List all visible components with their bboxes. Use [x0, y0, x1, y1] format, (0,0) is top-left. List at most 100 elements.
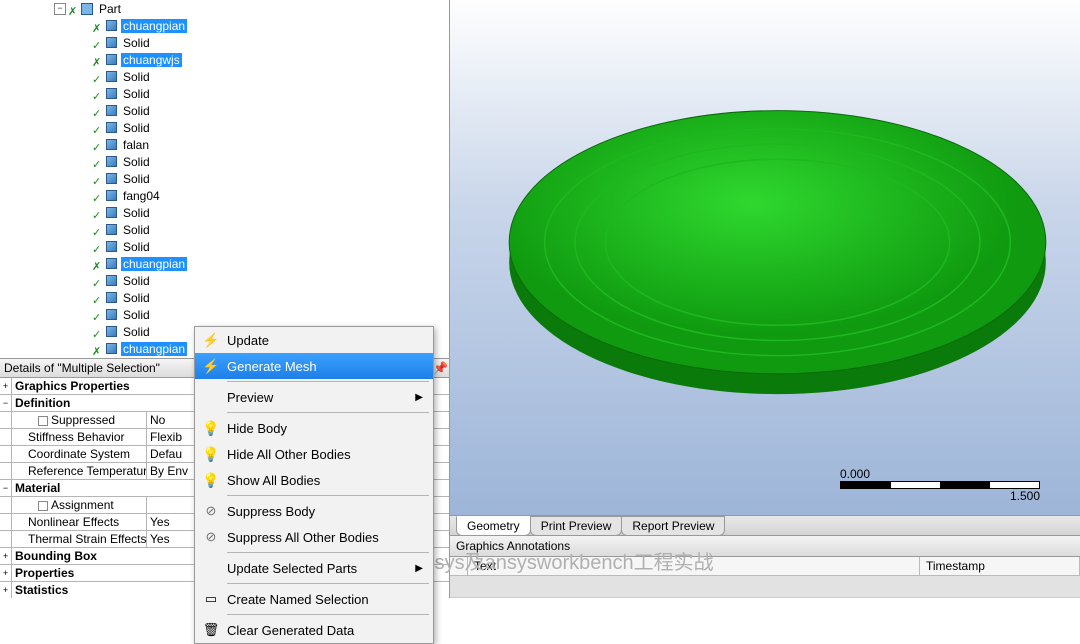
submenu-arrow-icon: ▶	[415, 392, 423, 403]
tree-label[interactable]: Solid	[121, 308, 152, 322]
tab-print-preview[interactable]: Print Preview	[530, 516, 623, 536]
3d-viewport[interactable]: 0.000 1.500	[450, 0, 1080, 515]
col-timestamp[interactable]: Timestamp	[920, 557, 1080, 575]
tree-label[interactable]: Solid	[121, 155, 152, 169]
tree-label[interactable]: fang04	[121, 189, 162, 203]
tree-node[interactable]: fang04	[0, 187, 449, 204]
collapse-icon[interactable]: −	[0, 480, 12, 496]
model-body[interactable]	[494, 62, 1061, 423]
menu-hide-body[interactable]: 💡Hide Body	[195, 415, 433, 441]
expand-icon[interactable]: +	[0, 582, 12, 598]
menu-clear-data[interactable]: 🗑Clear Generated Data	[195, 617, 433, 643]
tree-label[interactable]: Solid	[121, 223, 152, 237]
tree-label[interactable]: chuangpian	[121, 19, 187, 33]
menu-suppress[interactable]: ⊘Suppress Body	[195, 498, 433, 524]
check-icon	[92, 72, 102, 82]
prop-key: Reference Temperature	[12, 463, 147, 479]
body-icon	[104, 53, 118, 67]
bulb-icon: 💡	[202, 446, 219, 463]
tree-node[interactable]: Solid	[0, 221, 449, 238]
menu-update[interactable]: ⚡Update	[195, 327, 433, 353]
tab-geometry[interactable]: Geometry	[456, 516, 531, 536]
body-icon	[104, 121, 118, 135]
tree-label[interactable]: Solid	[121, 206, 152, 220]
check-icon	[68, 4, 78, 14]
tree-node[interactable]: Solid	[0, 289, 449, 306]
part-icon	[80, 2, 94, 16]
bolt-icon: ⚡	[202, 332, 219, 349]
scale-min: 0.000	[840, 467, 1040, 481]
tree-node[interactable]: Solid	[0, 153, 449, 170]
tree-label[interactable]: Solid	[121, 36, 152, 50]
scale-max: 1.500	[840, 489, 1040, 503]
tree-label[interactable]: chuangpian	[121, 257, 187, 271]
submenu-arrow-icon: ▶	[415, 563, 423, 574]
check-icon	[92, 140, 102, 150]
collapse-icon[interactable]: −	[0, 395, 12, 411]
menu-suppress-others[interactable]: ⊘Suppress All Other Bodies	[195, 524, 433, 550]
col-text[interactable]: Text	[468, 557, 920, 575]
check-icon	[92, 157, 102, 167]
tree-node-part[interactable]: − Part	[0, 0, 449, 17]
tree-label[interactable]: Solid	[121, 325, 152, 339]
check-icon	[92, 123, 102, 133]
tree-node[interactable]: chuangpian	[0, 255, 449, 272]
tab-report-preview[interactable]: Report Preview	[621, 516, 725, 536]
right-panel: 0.000 1.500 Geometry Print Preview Repor…	[450, 0, 1080, 598]
annotation-row[interactable]	[450, 576, 1080, 598]
tree-label[interactable]: Part	[97, 2, 123, 16]
tree-node[interactable]: chuangpian	[0, 17, 449, 34]
body-icon	[104, 308, 118, 322]
outline-tree[interactable]: − Part chuangpian Solid chuangwjs Solid Soli…	[0, 0, 449, 358]
tree-label[interactable]: Solid	[121, 87, 152, 101]
tree-node[interactable]: Solid	[0, 119, 449, 136]
tree-node[interactable]: Solid	[0, 85, 449, 102]
body-icon	[104, 223, 118, 237]
body-icon	[104, 104, 118, 118]
tree-label[interactable]: Solid	[121, 240, 152, 254]
body-icon	[104, 172, 118, 186]
tree-label[interactable]: Solid	[121, 291, 152, 305]
tree-label[interactable]: Solid	[121, 274, 152, 288]
scale-bar: 0.000 1.500	[840, 467, 1040, 503]
tree-label[interactable]: chuangwjs	[121, 53, 182, 67]
tree-node[interactable]: Solid	[0, 272, 449, 289]
tree-node[interactable]: falan	[0, 136, 449, 153]
tree-node[interactable]: chuangwjs	[0, 51, 449, 68]
menu-hide-others[interactable]: 💡Hide All Other Bodies	[195, 441, 433, 467]
tree-node[interactable]: Solid	[0, 34, 449, 51]
tree-node[interactable]: Solid	[0, 170, 449, 187]
tree-node[interactable]: Solid	[0, 204, 449, 221]
collapse-icon[interactable]: −	[54, 3, 66, 15]
expand-icon[interactable]: +	[0, 378, 12, 394]
menu-update-selected[interactable]: Update Selected Parts▶	[195, 555, 433, 581]
menu-preview[interactable]: Preview▶	[195, 384, 433, 410]
tree-label[interactable]: falan	[121, 138, 151, 152]
tree-node[interactable]: Solid	[0, 102, 449, 119]
menu-show-all[interactable]: 💡Show All Bodies	[195, 467, 433, 493]
tree-node[interactable]: Solid	[0, 238, 449, 255]
tree-label[interactable]: Solid	[121, 70, 152, 84]
menu-generate-mesh[interactable]: ⚡Generate Mesh	[195, 353, 433, 379]
tree-node[interactable]: Solid	[0, 68, 449, 85]
expand-icon[interactable]: +	[0, 565, 12, 581]
check-icon	[92, 225, 102, 235]
check-icon	[92, 38, 102, 48]
tree-label[interactable]: Solid	[121, 104, 152, 118]
body-icon	[104, 70, 118, 84]
menu-named-selection[interactable]: ▭Create Named Selection	[195, 586, 433, 612]
tree-label[interactable]: chuangpian	[121, 342, 187, 356]
tree-node[interactable]: Solid	[0, 306, 449, 323]
expand-icon[interactable]: +	[0, 548, 12, 564]
annotations-grid[interactable]: Text Timestamp	[450, 557, 1080, 598]
tree-label[interactable]: Solid	[121, 172, 152, 186]
check-icon	[92, 21, 102, 31]
body-icon	[104, 325, 118, 339]
pin-icon[interactable]: 📌	[433, 361, 445, 375]
prop-key: Thermal Strain Effects	[12, 531, 147, 547]
prop-key: Assignment	[12, 497, 147, 513]
body-icon	[104, 155, 118, 169]
tree-label[interactable]: Solid	[121, 121, 152, 135]
body-icon	[104, 291, 118, 305]
check-icon	[92, 191, 102, 201]
